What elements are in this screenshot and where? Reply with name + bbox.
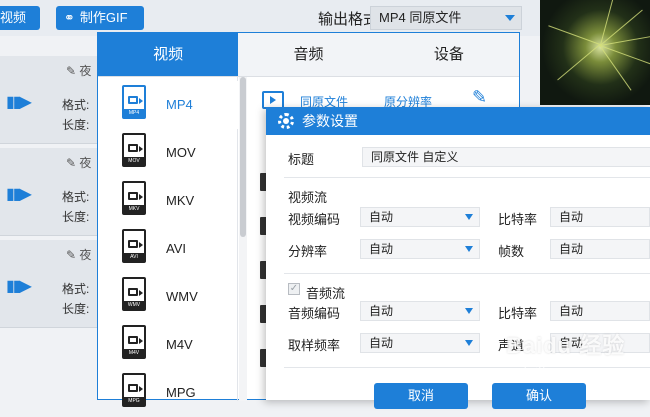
output-format-select[interactable]: MP4 同原文件 xyxy=(370,6,522,30)
audio-stream-checkbox[interactable]: ✓ xyxy=(288,283,300,295)
fps-select[interactable]: 自动 xyxy=(550,239,650,259)
add-video-button[interactable]: 视频 xyxy=(0,6,40,30)
format-label: 格式: xyxy=(62,190,90,204)
fps-value: 自动 xyxy=(559,242,584,256)
sample-rate-label: 取样频率 xyxy=(288,338,341,353)
sample-rate-select[interactable]: 自动 xyxy=(360,333,480,353)
video-codec-label: 视频编码 xyxy=(288,212,341,227)
edit-name-button[interactable]: ✎ 夜 xyxy=(66,62,91,79)
format-label: 格式: xyxy=(62,282,90,296)
play-icon[interactable]: ▮▮▶ xyxy=(6,92,32,112)
chevron-down-icon xyxy=(465,246,473,252)
length-label: 长度: xyxy=(62,118,90,132)
dialog-title-bar: 参数设置 xyxy=(266,107,650,135)
resolution-label: 分辨率 xyxy=(288,244,328,259)
top-toolbar: 视频 ⚭ 制作GIF 输出格式： MP4 同原文件 xyxy=(0,0,540,36)
format-name: WMV xyxy=(166,289,198,304)
resolution-value: 自动 xyxy=(369,242,394,256)
video-file-icon: MP4 xyxy=(122,85,146,119)
format-name: AVI xyxy=(166,241,186,256)
audio-bitrate-select[interactable]: 自动 xyxy=(550,301,650,321)
scrollbar-thumb[interactable] xyxy=(240,77,246,237)
format-label: 格式: xyxy=(62,98,90,112)
video-codec-select[interactable]: 自动 xyxy=(360,207,480,227)
format-item-m4v[interactable]: M4V M4V xyxy=(98,321,238,369)
make-gif-button[interactable]: ⚭ 制作GIF xyxy=(56,6,144,30)
task-row[interactable]: ▮▮▶ ✎ 夜 格式: 长度: xyxy=(0,240,110,328)
edit-name-button[interactable]: ✎ 夜 xyxy=(66,246,91,263)
preview-image xyxy=(540,0,650,105)
title-input[interactable]: 同原文件 自定义 xyxy=(362,147,650,167)
format-item-mpg[interactable]: MPG MPG xyxy=(98,369,238,417)
chevron-down-icon xyxy=(465,308,473,314)
audio-stream-label: 音频流 xyxy=(306,286,346,301)
video-file-icon: WMV xyxy=(122,277,146,311)
edit-icon[interactable]: ✎ xyxy=(472,87,487,108)
format-list: MP4 MP4 MOV MOV MKV MKV AVI AVI WMV WMV … xyxy=(98,77,238,407)
format-list-scrollbar[interactable] xyxy=(239,77,247,401)
format-name: MKV xyxy=(166,193,195,208)
video-file-icon: MOV xyxy=(122,133,146,167)
video-bitrate-label: 比特率 xyxy=(498,212,538,227)
task-row[interactable]: ▮▮▶ ✎ 夜 格式: 长度: xyxy=(0,148,110,236)
divider xyxy=(284,273,650,274)
video-bitrate-select[interactable]: 自动 xyxy=(550,207,650,227)
fps-label: 帧数 xyxy=(498,244,525,259)
tab-video[interactable]: 视频 xyxy=(98,33,239,77)
baidu-watermark: Baidu 经验 xyxy=(506,333,626,358)
format-item-avi[interactable]: AVI AVI xyxy=(98,225,238,273)
add-video-label: 视频 xyxy=(0,10,27,25)
format-item-mov[interactable]: MOV MOV xyxy=(98,129,238,177)
resolution-select[interactable]: 自动 xyxy=(360,239,480,259)
format-name: M4V xyxy=(166,337,193,352)
make-gif-label: 制作GIF xyxy=(79,10,128,25)
format-name: MP4 xyxy=(166,97,193,112)
tab-audio[interactable]: 音频 xyxy=(238,33,379,77)
video-file-icon: MPG xyxy=(122,373,146,407)
play-icon[interactable]: ▮▮▶ xyxy=(6,276,32,296)
video-stream-label: 视频流 xyxy=(288,190,328,205)
audio-bitrate-label: 比特率 xyxy=(498,306,538,321)
task-row[interactable]: ▮▮▶ ✎ 夜 格式: 长度: xyxy=(0,56,110,144)
length-label: 长度: xyxy=(62,302,90,316)
audio-bitrate-value: 自动 xyxy=(559,304,584,318)
audio-codec-select[interactable]: 自动 xyxy=(360,301,480,321)
baidu-watermark-url: jingyan.baidu.com xyxy=(524,358,613,370)
length-label: 长度: xyxy=(62,210,90,224)
title-value: 同原文件 自定义 xyxy=(371,150,459,164)
video-bitrate-value: 自动 xyxy=(559,210,584,224)
title-label: 标题 xyxy=(288,152,315,167)
dialog-title: 参数设置 xyxy=(302,113,358,129)
format-name: MOV xyxy=(166,145,196,160)
play-icon[interactable]: ▮▮▶ xyxy=(6,184,32,204)
tab-device[interactable]: 设备 xyxy=(378,33,519,77)
chevron-down-icon xyxy=(505,15,515,21)
video-codec-value: 自动 xyxy=(369,210,394,224)
chevron-down-icon xyxy=(465,214,473,220)
cancel-button[interactable]: 取消 xyxy=(374,383,468,409)
gear-icon xyxy=(278,113,294,129)
divider xyxy=(284,177,650,178)
video-file-icon: M4V xyxy=(122,325,146,359)
video-file-icon: AVI xyxy=(122,229,146,263)
format-item-wmv[interactable]: WMV WMV xyxy=(98,273,238,321)
audio-codec-label: 音频编码 xyxy=(288,306,341,321)
format-tabs: 视频 音频 设备 xyxy=(98,33,519,77)
sample-rate-value: 自动 xyxy=(369,336,394,350)
audio-codec-value: 自动 xyxy=(369,304,394,318)
format-item-mkv[interactable]: MKV MKV xyxy=(98,177,238,225)
format-item-mp4[interactable]: MP4 MP4 xyxy=(98,81,238,129)
chevron-down-icon xyxy=(465,340,473,346)
confirm-button[interactable]: 确认 xyxy=(492,383,586,409)
output-format-value: MP4 同原文件 xyxy=(379,10,462,25)
gif-icon: ⚭ xyxy=(64,10,75,25)
edit-name-button[interactable]: ✎ 夜 xyxy=(66,154,91,171)
format-name: MPG xyxy=(166,385,196,400)
video-file-icon: MKV xyxy=(122,181,146,215)
